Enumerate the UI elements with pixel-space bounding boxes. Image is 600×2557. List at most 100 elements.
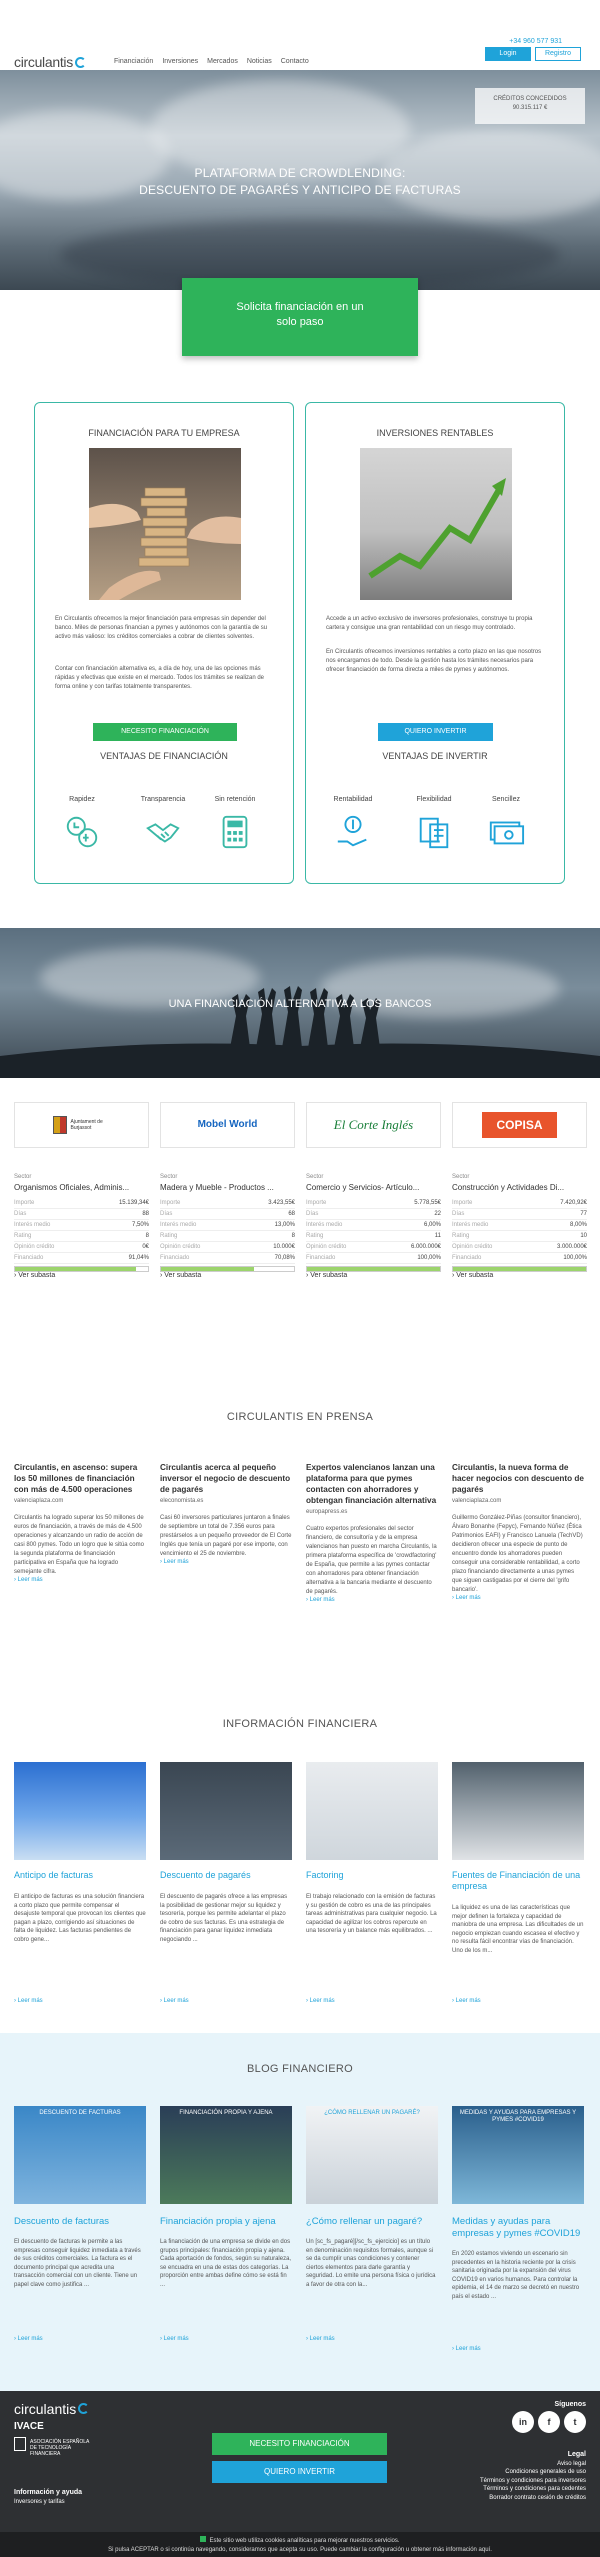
article-title[interactable]: Factoring <box>306 1870 438 1881</box>
read-more-link[interactable]: › Leer más <box>306 2336 335 2342</box>
detail-label: Interés medio <box>306 1222 343 1228</box>
fintech-association-logo: ASOCIACIÓN ESPAÑOLA DE TECNOLOGÍA FINANC… <box>30 2439 90 2457</box>
twitter-icon[interactable]: t <box>564 2411 586 2433</box>
view-auction-link[interactable]: › Ver subasta <box>14 1272 55 1279</box>
blog-post-image: FINANCIACIÓN PROPIA Y AJENA <box>160 2106 292 2204</box>
phone-number[interactable]: +34 960 577 931 <box>509 38 562 45</box>
auction-details: Importe 7.420,92€ Días 77 Interés medio 8,00%… <box>452 1198 587 1264</box>
view-auction-link[interactable]: › Ver subasta <box>306 1272 347 1279</box>
article-title[interactable]: Descuento de pagarés <box>160 1870 292 1881</box>
article-excerpt: El descuento de pagarés ofrece a las emp… <box>160 1894 288 1943</box>
blog-post-image: DESCUENTO DE FACTURAS <box>14 2106 146 2204</box>
detail-row: Días 88 <box>14 1209 149 1220</box>
hero-title: PLATAFORMA DE CROWDLENDING: DESCUENTO DE… <box>0 165 600 199</box>
company-logo: Mobel World <box>160 1102 295 1148</box>
feature-simplicity: Sencillez <box>476 796 536 851</box>
detail-value: 11 <box>434 1233 441 1239</box>
read-more-link[interactable]: › Leer más <box>452 2346 481 2352</box>
footer-need-financing-button[interactable]: NECESITO FINANCIACIÓN <box>212 2433 387 2455</box>
footer-link-tariffs[interactable]: Inversores y tarifas <box>14 2499 65 2505</box>
band-title: UNA FINANCIACIÓN ALTERNATIVA A LOS BANCO… <box>168 998 432 1010</box>
detail-row: Interés medio 8,00% <box>452 1220 587 1231</box>
want-to-invest-button[interactable]: QUIERO INVERTIR <box>378 723 493 741</box>
blog-post-title[interactable]: ¿Cómo rellenar un pagaré? <box>306 2216 438 2228</box>
detail-value: 8,00% <box>569 1222 587 1228</box>
linkedin-icon[interactable]: in <box>512 2411 534 2433</box>
accept-checkbox-icon[interactable] <box>200 2536 207 2542</box>
ivace-logo: IVACE <box>14 2421 44 2432</box>
read-more-link[interactable]: › Leer más <box>14 1577 43 1583</box>
detail-row: Importe 7.420,92€ <box>452 1198 587 1209</box>
blog-post-title[interactable]: Descuento de facturas <box>14 2216 146 2228</box>
nav-financiacion[interactable]: Financiación <box>114 58 153 65</box>
press-article: Circulantis acerca al pequeño inversor e… <box>160 1462 292 1565</box>
logo[interactable]: circulantis <box>14 54 86 70</box>
footer-logo[interactable]: circulantis <box>14 2401 90 2417</box>
nav-noticias[interactable]: Noticias <box>247 58 272 65</box>
read-more-link[interactable]: › Leer más <box>452 1595 481 1601</box>
feature-label: Sin retención <box>214 796 256 803</box>
facebook-icon[interactable]: f <box>538 2411 560 2433</box>
sector-name: Madera y Mueble - Productos ... <box>160 1183 274 1192</box>
article-title[interactable]: Anticipo de facturas <box>14 1870 146 1881</box>
footer-link-contract[interactable]: Borrador contrato cesión de créditos <box>480 2494 586 2503</box>
detail-row: Rating 8 <box>14 1231 149 1242</box>
calculator-icon <box>222 815 248 849</box>
nav-inversiones[interactable]: Inversiones <box>162 58 198 65</box>
blog-post-title[interactable]: Financiación propia y ajena <box>160 2216 292 2228</box>
footer-invest-button[interactable]: QUIERO INVERTIR <box>212 2461 387 2483</box>
blog-post-image: MEDIDAS Y AYUDAS PARA EMPRESAS Y PYMES #… <box>452 2106 584 2204</box>
press-title[interactable]: Circulantis acerca al pequeño inversor e… <box>160 1462 292 1495</box>
sector-name: Comercio y Servicios- Artículo... <box>306 1183 420 1192</box>
nav-mercados[interactable]: Mercados <box>207 58 238 65</box>
detail-value: 100,00% <box>417 1255 441 1261</box>
detail-value: 0€ <box>142 1244 149 1250</box>
jenga-hands-photo <box>89 448 241 600</box>
feature-flexibility: Flexibilidad <box>404 796 464 851</box>
footer-link-assignor-terms[interactable]: Términos y condiciones para cedentes <box>480 2485 586 2494</box>
footer-link-investor-terms[interactable]: Términos y condiciones para inversores <box>480 2477 586 2486</box>
read-more-link[interactable]: › Leer más <box>306 1998 335 2004</box>
financial-article: Factoring El trabajo relacionado con la e… <box>306 1762 438 2004</box>
footer-link-terms[interactable]: Condiciones generales de uso <box>480 2468 586 2477</box>
company-logo: Ajuntament de Burjassot <box>14 1102 149 1148</box>
funding-progress-fill <box>161 1267 255 1271</box>
press-title[interactable]: Circulantis, en ascenso: supera los 50 m… <box>14 1462 146 1495</box>
read-more-link[interactable]: › Leer más <box>160 1998 189 2004</box>
read-more-link[interactable]: › Leer más <box>452 1998 481 2004</box>
register-button[interactable]: Registro <box>535 47 581 61</box>
detail-value: 15.139,34€ <box>118 1200 149 1206</box>
hero-title-line: DESCUENTO DE PAGARÉS Y ANTICIPO DE FACTU… <box>139 183 461 197</box>
card-paragraph: En Circulantis ofrecemos inversiones ren… <box>326 649 542 673</box>
article-title[interactable]: Fuentes de Financiación de una empresa <box>452 1870 584 1892</box>
press-title[interactable]: Circulantis, la nueva forma de hacer neg… <box>452 1462 584 1495</box>
detail-row: Días 22 <box>306 1209 441 1220</box>
read-more-link[interactable]: › Leer más <box>306 1597 335 1603</box>
press-article: Expertos valencianos lanzan una platafor… <box>306 1462 438 1603</box>
read-more-link[interactable]: › Leer más <box>160 1559 189 1565</box>
credits-label: CRÉDITOS CONCEDIDOS <box>493 96 567 102</box>
read-more-link[interactable]: › Leer más <box>14 1998 43 2004</box>
detail-label: Financiado <box>160 1255 190 1261</box>
press-source: valenciaplaza.com <box>14 1498 64 1504</box>
view-auction-link[interactable]: › Ver subasta <box>160 1272 201 1279</box>
blog-post-excerpt: La financiación de una empresa se divide… <box>160 2239 292 2288</box>
sector-name: Organismos Oficiales, Adminis... <box>14 1183 130 1192</box>
blog-post-title[interactable]: Medidas y ayudas para empresas y pymes #… <box>452 2216 584 2240</box>
view-auction-link[interactable]: › Ver subasta <box>452 1272 493 1279</box>
need-financing-button[interactable]: NECESITO FINANCIACIÓN <box>93 723 237 741</box>
detail-row: Interés medio 6,00% <box>306 1220 441 1231</box>
login-button[interactable]: Login <box>485 47 531 61</box>
read-more-link[interactable]: › Leer más <box>14 2336 43 2342</box>
detail-label: Importe <box>452 1200 473 1206</box>
footer-link-legal[interactable]: Aviso legal <box>480 2460 586 2469</box>
press-section-title: CIRCULANTIS EN PRENSA <box>226 1411 374 1423</box>
request-financing-cta[interactable]: Solicita financiación en un solo paso <box>182 278 418 356</box>
blog-post-excerpt: El descuento de facturas le permite a la… <box>14 2239 141 2288</box>
auction-details: Importe 3.423,55€ Días 68 Interés medio 13,00… <box>160 1198 295 1264</box>
press-title[interactable]: Expertos valencianos lanzan una platafor… <box>306 1462 438 1506</box>
auction-card: Ajuntament de Burjassot Sector Organismos … <box>14 1102 149 1279</box>
nav-contacto[interactable]: Contacto <box>281 58 309 65</box>
detail-row: Días 68 <box>160 1209 295 1220</box>
read-more-link[interactable]: › Leer más <box>160 2336 189 2342</box>
